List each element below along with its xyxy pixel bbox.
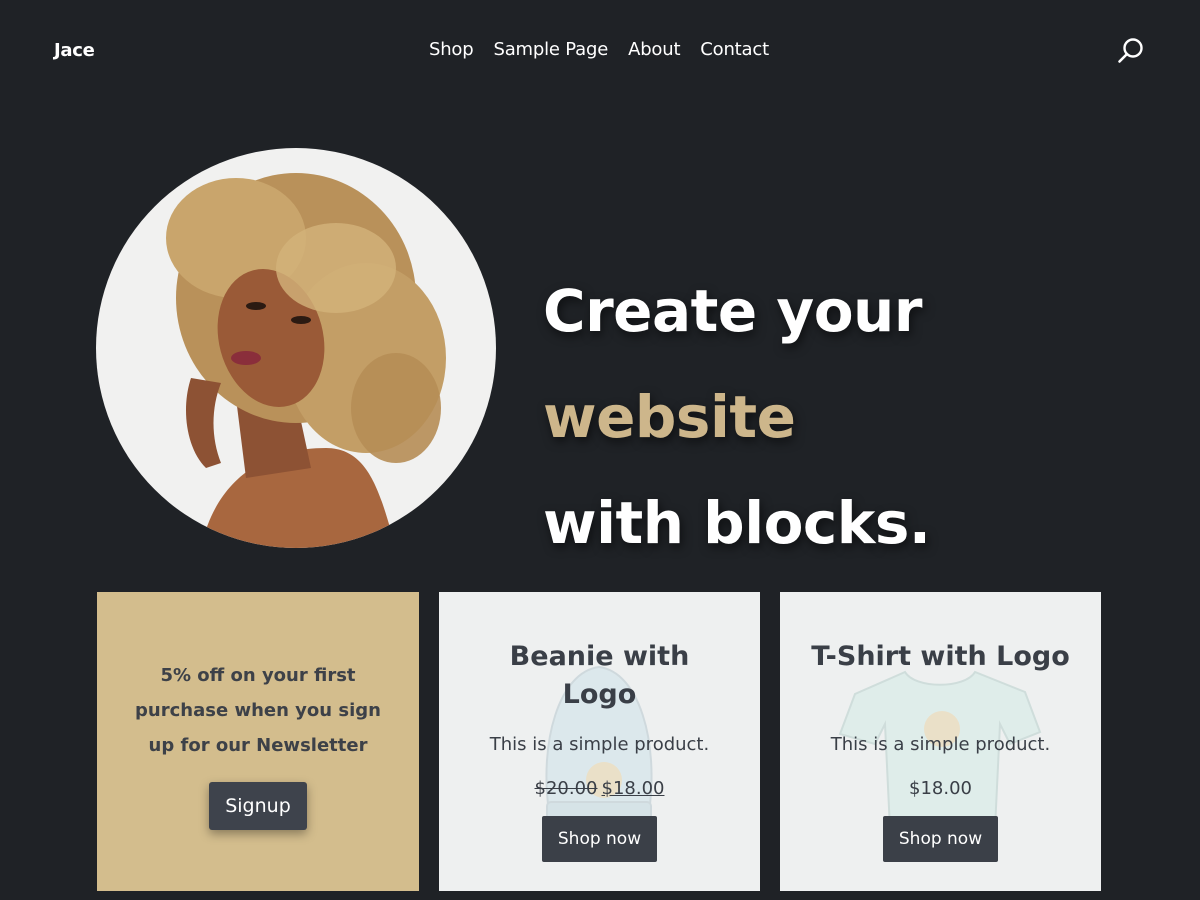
product-price: $18.00 (909, 778, 972, 799)
nav-link-sample-page[interactable]: Sample Page (493, 39, 608, 60)
nav-link-shop[interactable]: Shop (429, 39, 474, 60)
portrait-illustration (166, 173, 446, 548)
regular-price: $20.00 (534, 778, 598, 799)
newsletter-text: 5% off on your first purchase when you s… (135, 665, 381, 756)
product-price: $20.00 $18.00 (439, 778, 760, 799)
site-title[interactable]: Jace (54, 40, 95, 61)
nav-link-contact[interactable]: Contact (700, 39, 769, 60)
hero-heading: Create your website with blocks. (543, 258, 1163, 576)
newsletter-card: 5% off on your first purchase when you s… (97, 592, 419, 891)
hero-portrait-image (96, 148, 496, 548)
site-header: Jace Shop Sample Page About Contact (0, 0, 1200, 105)
hero-heading-accent: website (543, 383, 796, 451)
hero-heading-part2: with blocks. (543, 489, 931, 557)
product-description: This is a simple product. (489, 734, 710, 755)
search-icon (1118, 38, 1143, 63)
product-title[interactable]: Beanie with Logo (469, 638, 730, 714)
shop-now-button[interactable]: Shop now (883, 816, 998, 862)
product-title[interactable]: T-Shirt with Logo (810, 638, 1071, 676)
sale-price: $18.00 (601, 778, 665, 799)
shop-now-button[interactable]: Shop now (542, 816, 657, 862)
product-card-beanie: Beanie with Logo This is a simple produc… (439, 592, 760, 891)
signup-button[interactable]: Signup (209, 782, 307, 830)
search-button[interactable] (1116, 36, 1146, 66)
hero-heading-part1: Create your (543, 277, 922, 345)
product-description: This is a simple product. (830, 734, 1051, 755)
main-nav: Shop Sample Page About Contact (429, 39, 789, 60)
product-card-tshirt: T-Shirt with Logo This is a simple produ… (780, 592, 1101, 891)
nav-link-about[interactable]: About (628, 39, 680, 60)
